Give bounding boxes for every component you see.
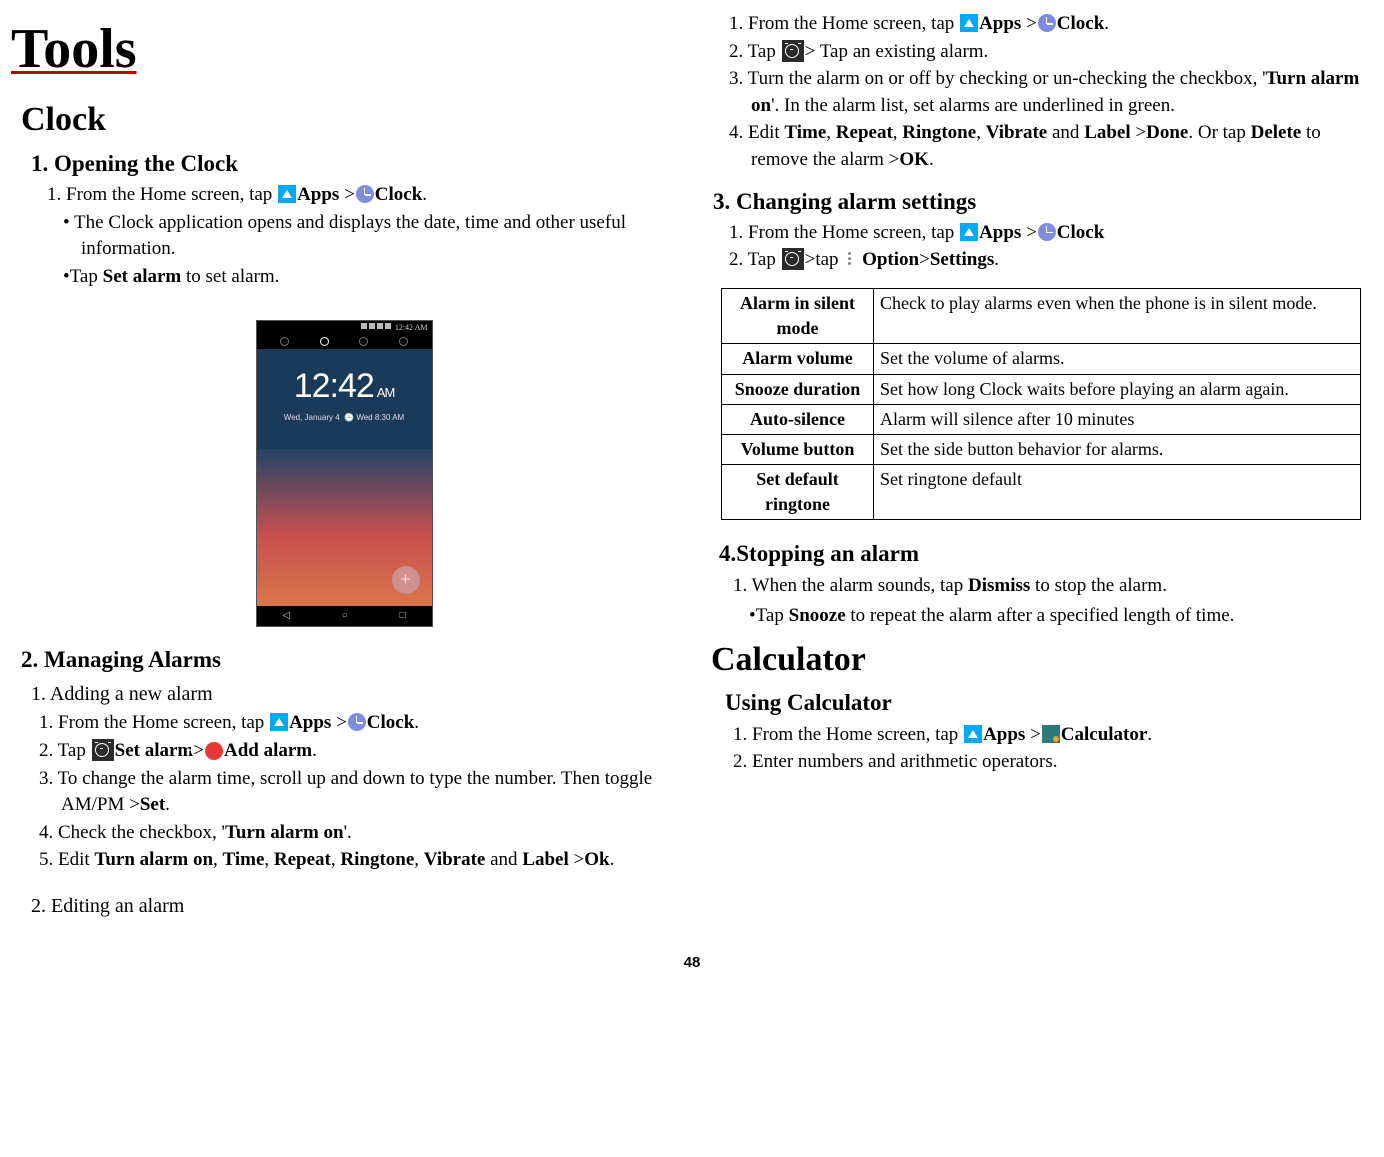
setting-desc: Alarm will silence after 10 minutes	[874, 404, 1361, 434]
open-clock-bullet1: • The Clock application opens and displa…	[63, 210, 673, 263]
page-title: Tools	[11, 10, 673, 88]
apps-icon	[964, 725, 982, 743]
setting-desc: Set ringtone default	[874, 465, 1361, 520]
phone-statusbar: 12:42 AM	[257, 321, 432, 335]
edit-alarm-step4: 4. Edit Time, Repeat, Ringtone, Vibrate …	[729, 120, 1369, 173]
edit-alarm-step2: 2. Tap > Tap an existing alarm.	[729, 39, 1369, 66]
change-settings-step2: 2. Tap >tap Option>Settings.	[729, 247, 1369, 274]
setting-label: Alarm volume	[722, 344, 874, 374]
nav-back-icon: ◁	[282, 609, 290, 623]
calc-step2: 2. Enter numbers and arithmetic operator…	[733, 749, 1369, 776]
stopping-alarm-heading: 4.Stopping an alarm	[719, 538, 1369, 570]
add-icon	[205, 742, 223, 760]
clock-icon	[1038, 223, 1056, 241]
setting-label: Volume button	[722, 434, 874, 464]
stop-alarm-step1: 1. When the alarm sounds, tap Dismiss to…	[733, 573, 1369, 600]
phone-screenshot: 12:42 AM 12:42AM Wed, January 4 🕒 Wed 8:…	[15, 321, 673, 627]
setting-desc: Set the side button behavior for alarms.	[874, 434, 1361, 464]
edit-alarm-step1: 1. From the Home screen, tap Apps >Clock…	[729, 11, 1369, 38]
setting-label: Set default ringtone	[722, 465, 874, 520]
page-number: 48	[15, 952, 1369, 973]
table-row: Alarm in silent modeCheck to play alarms…	[722, 288, 1361, 343]
table-row: Volume buttonSet the side button behavio…	[722, 434, 1361, 464]
phone-fab-plus-icon: +	[392, 566, 420, 594]
apps-icon	[960, 14, 978, 32]
phone-body: +	[257, 449, 432, 606]
open-clock-step1: 1. From the Home screen, tap Apps >Clock…	[47, 182, 673, 209]
clock-icon	[1038, 14, 1056, 32]
change-settings-step1: 1. From the Home screen, tap Apps >Clock	[729, 220, 1369, 247]
changing-settings-heading: 3. Changing alarm settings	[713, 186, 1369, 218]
table-row: Snooze durationSet how long Clock waits …	[722, 374, 1361, 404]
apps-icon	[278, 185, 296, 203]
setting-label: Alarm in silent mode	[722, 288, 874, 343]
alarm-icon	[782, 40, 804, 62]
calculator-icon	[1042, 725, 1060, 743]
phone-navbar: ◁ ○ □	[257, 606, 432, 626]
option-dots-icon	[844, 251, 856, 267]
alarm-icon	[92, 739, 114, 761]
table-row: Set default ringtoneSet ringtone default	[722, 465, 1361, 520]
opening-clock-heading: 1. Opening the Clock	[31, 148, 673, 180]
settings-table: Alarm in silent modeCheck to play alarms…	[721, 288, 1361, 521]
left-column: Tools Clock 1. Opening the Clock 1. From…	[15, 10, 673, 922]
edit-alarm-step3: 3. Turn the alarm on or off by checking …	[729, 66, 1369, 119]
setting-desc: Set how long Clock waits before playing …	[874, 374, 1361, 404]
add-alarm-step2: 2. Tap Set alarm>Add alarm.	[39, 738, 673, 765]
add-alarm-step3: 3. To change the alarm time, scroll up a…	[39, 766, 673, 819]
editing-alarm-subheading: 2. Editing an alarm	[31, 892, 673, 920]
right-column: 1. From the Home screen, tap Apps >Clock…	[711, 10, 1369, 922]
alarm-icon	[782, 248, 804, 270]
add-alarm-step1: 1. From the Home screen, tap Apps >Clock…	[39, 710, 673, 737]
phone-frame: 12:42 AM 12:42AM Wed, January 4 🕒 Wed 8:…	[257, 321, 432, 626]
nav-home-icon: ○	[342, 609, 348, 623]
using-calculator-subheading: Using Calculator	[725, 687, 1369, 719]
open-clock-bullet2: •Tap Set alarm to set alarm.	[63, 264, 673, 291]
nav-recent-icon: □	[400, 609, 406, 623]
phone-clock-main: 12:42AM Wed, January 4 🕒 Wed 8:30 AM	[257, 349, 432, 449]
clock-icon	[356, 185, 374, 203]
table-row: Auto-silenceAlarm will silence after 10 …	[722, 404, 1361, 434]
phone-dateline: Wed, January 4 🕒 Wed 8:30 AM	[267, 412, 422, 423]
add-alarm-step4: 4. Check the checkbox, 'Turn alarm on'.	[39, 820, 673, 847]
setting-label: Auto-silence	[722, 404, 874, 434]
phone-time: 12:42AM	[267, 363, 422, 411]
clock-heading: Clock	[21, 96, 673, 144]
setting-desc: Check to play alarms even when the phone…	[874, 288, 1361, 343]
phone-tabs	[257, 335, 432, 349]
table-row: Alarm volumeSet the volume of alarms.	[722, 344, 1361, 374]
calculator-heading: Calculator	[711, 636, 1369, 684]
apps-icon	[270, 713, 288, 731]
clock-icon	[348, 713, 366, 731]
setting-label: Snooze duration	[722, 374, 874, 404]
apps-icon	[960, 223, 978, 241]
stop-alarm-bullet: •Tap Snooze to repeat the alarm after a …	[749, 603, 1369, 630]
managing-alarms-heading: 2. Managing Alarms	[21, 644, 673, 676]
setting-desc: Set the volume of alarms.	[874, 344, 1361, 374]
calc-step1: 1. From the Home screen, tap Apps >Calcu…	[733, 722, 1369, 749]
adding-alarm-subheading: 1. Adding a new alarm	[31, 680, 673, 708]
add-alarm-step5: 5. Edit Turn alarm on, Time, Repeat, Rin…	[39, 847, 673, 874]
